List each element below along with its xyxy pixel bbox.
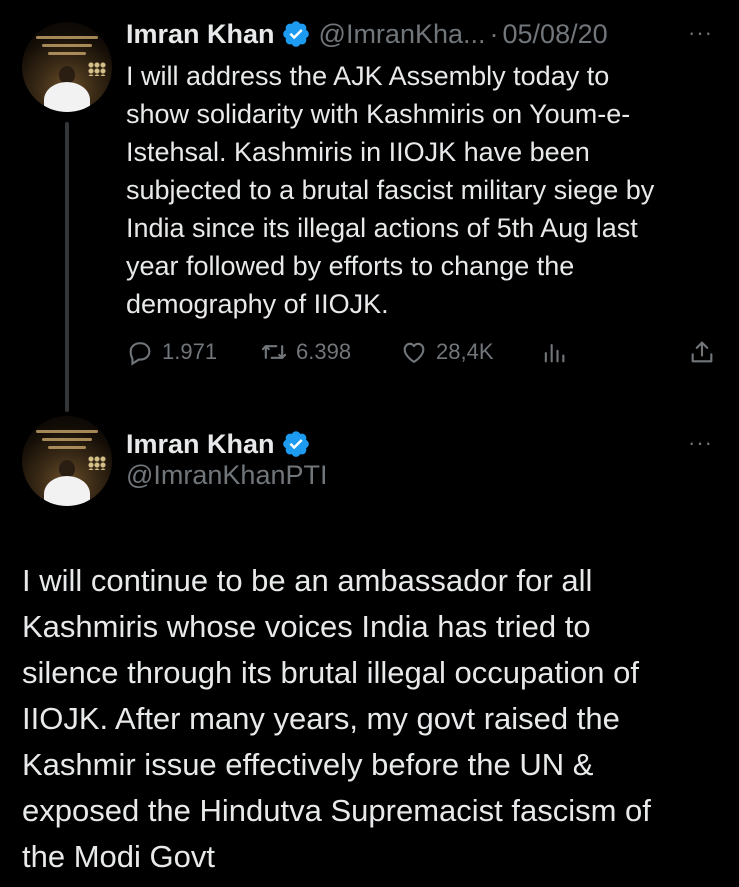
tweet-header: Imran Khan @ImranKha... · 05/08/20 <box>126 14 608 54</box>
reply-count: 1.971 <box>162 339 218 364</box>
author-handle[interactable]: @ImranKha... <box>319 19 486 50</box>
share-icon <box>691 341 713 363</box>
reply-icon <box>129 342 151 366</box>
repost-count: 6.398 <box>296 339 352 364</box>
tweet-text: I will continue to be an ambassador for … <box>22 563 651 874</box>
avatar[interactable] <box>22 22 112 112</box>
author-handle[interactable]: @ImranKhanPTI <box>126 460 328 491</box>
repost-icon <box>261 345 287 359</box>
thread-line <box>65 122 69 412</box>
separator-dot: · <box>489 18 499 49</box>
tweet-header: Imran Khan <box>126 424 311 464</box>
more-options-icon[interactable]: ··· <box>688 20 713 46</box>
author-name[interactable]: Imran Khan <box>126 429 275 460</box>
reply-button[interactable]: 1.971 <box>126 338 260 366</box>
avatar[interactable] <box>22 416 112 506</box>
verified-badge-icon <box>282 21 309 47</box>
like-count: 28,4K <box>436 339 494 364</box>
author-name[interactable]: Imran Khan <box>126 19 275 50</box>
more-options-icon[interactable]: ··· <box>688 430 713 456</box>
like-button[interactable]: 28,4K <box>400 338 540 366</box>
verified-badge-icon <box>282 431 309 457</box>
share-button[interactable] <box>688 338 716 366</box>
views-icon <box>544 343 565 363</box>
like-icon <box>403 342 425 363</box>
tweet-date[interactable]: 05/08/20 <box>503 19 608 50</box>
repost-button[interactable]: 6.398 <box>260 338 400 366</box>
views-button[interactable] <box>540 338 680 366</box>
tweet-actions: 1.971 6.398 28,4K <box>126 332 716 372</box>
tweet-text: I will address the AJK Assembly today to… <box>126 61 655 319</box>
